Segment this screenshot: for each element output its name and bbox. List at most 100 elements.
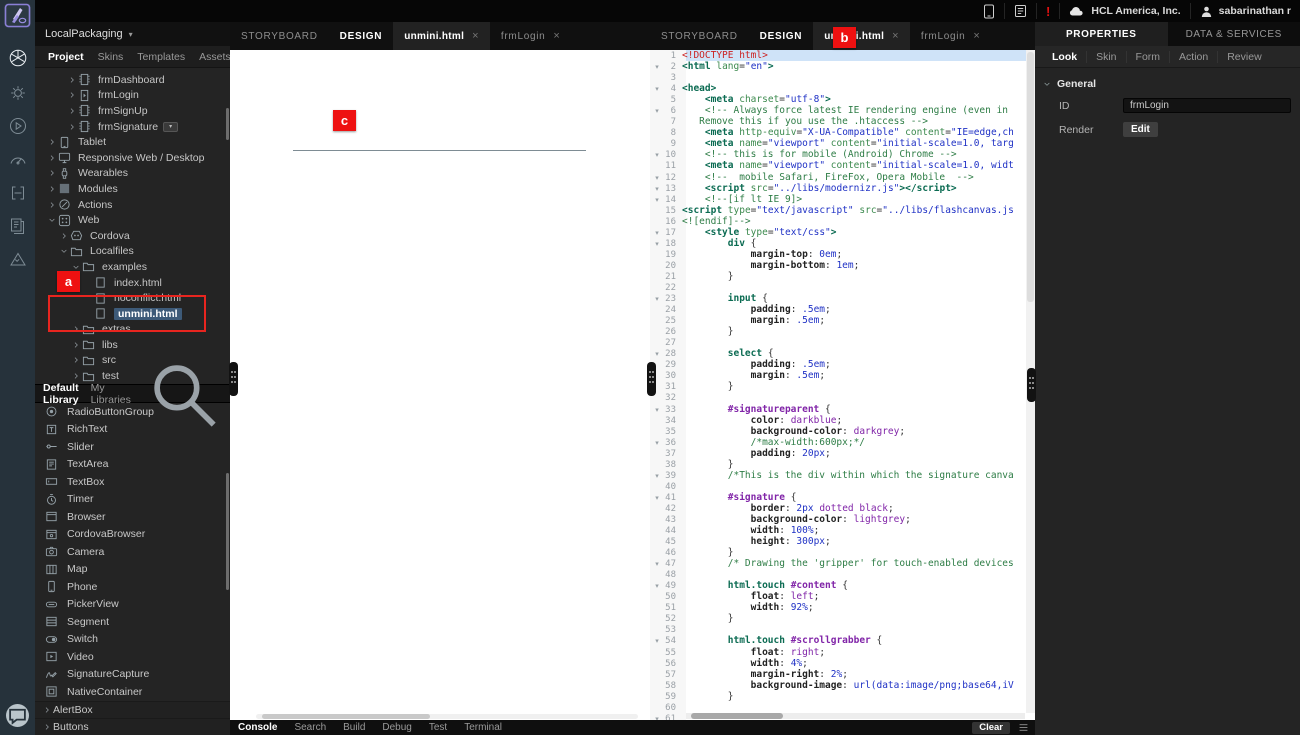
chevron-right-icon[interactable]	[70, 356, 82, 364]
widget-switch[interactable]: Switch	[35, 631, 230, 649]
flow-icon[interactable]	[8, 183, 28, 203]
widget-camera[interactable]: Camera	[35, 543, 230, 561]
tab-unmini-html[interactable]: unmini.html×	[813, 22, 910, 50]
tree-item-libs[interactable]: libs	[35, 337, 230, 353]
fold-arrow-icon[interactable]: ▾	[650, 581, 664, 591]
code-line-10[interactable]: ▾10 <!-- this is for mobile (Android) Ch…	[650, 149, 1035, 160]
code-lines[interactable]: 1<!DOCTYPE html>▾2<html lang="en">3▾4<he…	[650, 50, 1035, 720]
chevron-right-icon[interactable]	[46, 169, 58, 177]
tab-design[interactable]: DESIGN	[749, 22, 814, 50]
fold-arrow-icon[interactable]: ▾	[650, 349, 664, 359]
code-line-1[interactable]: 1<!DOCTYPE html>	[650, 50, 1035, 61]
panel-resize-handle[interactable]	[229, 362, 238, 396]
scrollbar-thumb[interactable]	[262, 714, 430, 719]
code-line-54[interactable]: ▾54 html.touch #scrollgrabber {	[650, 635, 1035, 646]
close-icon[interactable]: ×	[973, 30, 980, 42]
panel-tab-data-services[interactable]: DATA & SERVICES	[1168, 22, 1300, 46]
editor-hscrollbar[interactable]	[686, 713, 1025, 719]
widget-browser[interactable]: Browser	[35, 508, 230, 526]
code-line-18[interactable]: ▾18 div {	[650, 238, 1035, 249]
code-line-2[interactable]: ▾2<html lang="en">	[650, 61, 1035, 72]
code-line-7[interactable]: 7 Remove this if you use the .htaccess -…	[650, 116, 1035, 127]
chevron-down-icon[interactable]	[58, 247, 70, 255]
code-line-31[interactable]: 31 }	[650, 381, 1035, 392]
fold-arrow-icon[interactable]: ▾	[650, 493, 664, 503]
chat-button[interactable]	[6, 704, 29, 727]
chevron-right-icon[interactable]	[66, 76, 78, 84]
user-account[interactable]: sabarinathan r	[1191, 0, 1300, 22]
tab-frmlogin[interactable]: frmLogin×	[490, 22, 572, 50]
chevron-right-icon[interactable]	[46, 201, 58, 209]
cloud-account[interactable]: HCL America, Inc.	[1060, 0, 1189, 22]
code-line-24[interactable]: 24 padding: .5em;	[650, 304, 1035, 315]
fold-arrow-icon[interactable]: ▾	[650, 106, 664, 116]
code-line-22[interactable]: 22	[650, 282, 1035, 293]
library-tab-default-library[interactable]: Default Library	[43, 382, 79, 406]
code-line-55[interactable]: 55 float: right;	[650, 647, 1035, 658]
explorer-tab-templates[interactable]: Templates	[130, 51, 192, 63]
tree-item-test[interactable]: test	[35, 368, 230, 384]
tab-design[interactable]: DESIGN	[329, 22, 394, 50]
code-line-47[interactable]: ▾47 /* Drawing the 'gripper' for touch-e…	[650, 558, 1035, 569]
chevron-right-icon[interactable]	[46, 185, 58, 193]
code-line-50[interactable]: 50 float: left;	[650, 591, 1035, 602]
chevron-right-icon[interactable]	[66, 123, 78, 131]
clear-button[interactable]: Clear	[972, 722, 1010, 734]
fold-arrow-icon[interactable]: ▾	[650, 173, 664, 183]
widget-segment[interactable]: Segment	[35, 613, 230, 631]
widget-timer[interactable]: Timer	[35, 491, 230, 509]
library-scrollbar[interactable]	[226, 473, 229, 590]
console-tab-console[interactable]: Console	[238, 722, 277, 733]
fold-arrow-icon[interactable]: ▾	[650, 405, 664, 415]
play-icon[interactable]	[8, 116, 28, 136]
view-tab-form[interactable]: Form	[1127, 51, 1171, 63]
tree-item-actions[interactable]: Actions	[35, 197, 230, 213]
widget-textarea[interactable]: TextArea	[35, 456, 230, 474]
widget-signaturecapture[interactable]: SignatureCapture	[35, 666, 230, 684]
gauge-icon[interactable]	[8, 150, 28, 170]
tab-storyboard[interactable]: STORYBOARD	[650, 22, 749, 50]
console-tab-search[interactable]: Search	[294, 722, 326, 733]
tree-item-web[interactable]: Web	[35, 212, 230, 228]
fold-arrow-icon[interactable]: ▾	[650, 438, 664, 448]
fold-arrow-icon[interactable]: ▾	[650, 294, 664, 304]
tree-item-localfiles[interactable]: Localfiles	[35, 244, 230, 260]
view-tab-action[interactable]: Action	[1170, 51, 1218, 63]
code-line-13[interactable]: ▾13 <script src="../libs/modernizr.js"><…	[650, 183, 1035, 194]
chevron-right-icon[interactable]	[70, 372, 82, 380]
code-line-9[interactable]: 9 <meta name="viewport" content="initial…	[650, 138, 1035, 149]
reports-icon[interactable]	[8, 216, 28, 236]
tree-scrollbar[interactable]	[226, 108, 229, 140]
error-indicator[interactable]: !	[1037, 0, 1059, 22]
code-line-5[interactable]: 5 <meta charset="utf-8">	[650, 94, 1035, 105]
chevron-right-icon[interactable]	[70, 341, 82, 349]
explorer-tab-skins[interactable]: Skins	[91, 51, 131, 63]
fold-arrow-icon[interactable]: ▾	[650, 84, 664, 94]
code-line-58[interactable]: 58 background-image: url(data:image/png;…	[650, 680, 1035, 691]
code-line-56[interactable]: 56 width: 4%;	[650, 658, 1035, 669]
chevron-right-icon[interactable]	[46, 138, 58, 146]
code-line-53[interactable]: 53	[650, 624, 1035, 635]
code-line-6[interactable]: ▾6 <!-- Always force latest IE rendering…	[650, 105, 1035, 116]
code-line-43[interactable]: 43 background-color: lightgrey;	[650, 514, 1035, 525]
code-line-52[interactable]: 52 }	[650, 613, 1035, 624]
shutter-icon[interactable]	[8, 48, 28, 68]
variant-dropdown[interactable]: ▾	[163, 122, 178, 132]
fold-arrow-icon[interactable]: ▾	[650, 559, 664, 569]
id-input[interactable]	[1123, 98, 1291, 113]
chevron-down-icon[interactable]	[70, 263, 82, 271]
code-line-60[interactable]: 60	[650, 702, 1035, 713]
code-line-34[interactable]: 34 color: darkblue;	[650, 415, 1035, 426]
code-line-36[interactable]: ▾36 /*max-width:600px;*/	[650, 437, 1035, 448]
code-line-49[interactable]: ▾49 html.touch #content {	[650, 580, 1035, 591]
code-line-35[interactable]: 35 background-color: darkgrey;	[650, 426, 1035, 437]
publish-icon[interactable]	[8, 249, 28, 269]
widget-group-alertbox[interactable]: AlertBox	[35, 701, 230, 719]
code-line-23[interactable]: ▾23 input {	[650, 293, 1035, 304]
fold-arrow-icon[interactable]: ▾	[650, 62, 664, 72]
code-line-59[interactable]: 59 }	[650, 691, 1035, 702]
console-tab-terminal[interactable]: Terminal	[464, 722, 502, 733]
code-line-46[interactable]: 46 }	[650, 547, 1035, 558]
code-line-16[interactable]: 16<![endif]-->	[650, 216, 1035, 227]
widget-textbox[interactable]: TextBox	[35, 473, 230, 491]
